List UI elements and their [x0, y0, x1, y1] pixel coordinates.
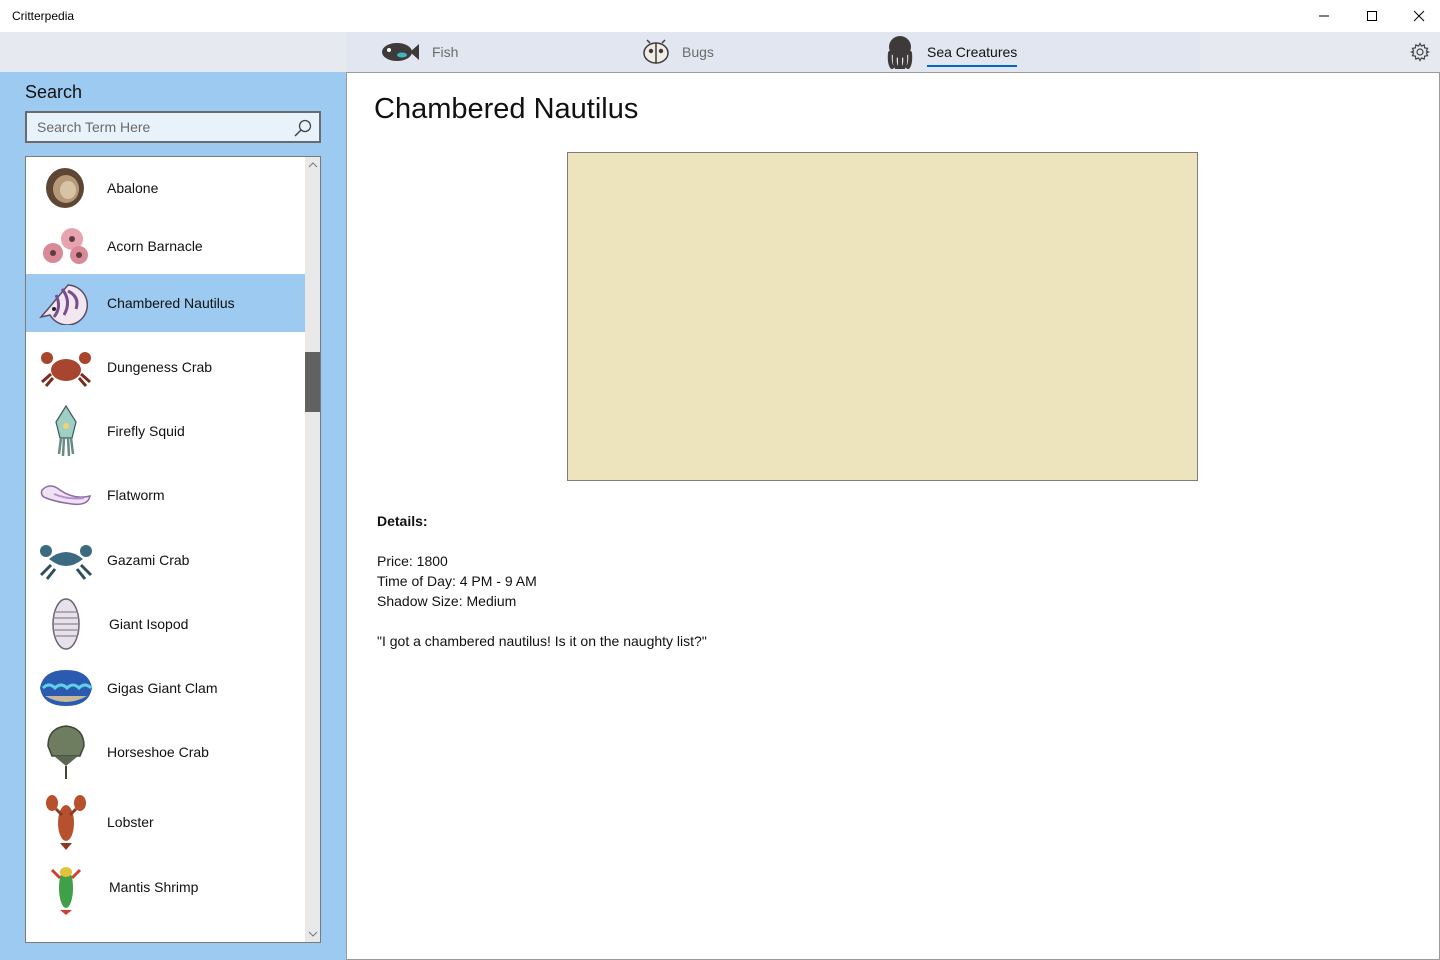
- list-item-label: Mantis Shrimp: [109, 879, 199, 895]
- list-item-label: Flatworm: [107, 487, 165, 503]
- close-button[interactable]: [1396, 0, 1440, 32]
- maximize-icon: [1367, 11, 1377, 21]
- creature-image: [567, 152, 1198, 481]
- list-item-chambered-nautilus[interactable]: Chambered Nautilus: [26, 274, 305, 332]
- nav-bar: Fish Bugs Sea Creatures: [0, 32, 1440, 72]
- time-of-day-text: Time of Day: 4 PM - 9 AM: [377, 573, 537, 589]
- shadow-size-text: Shadow Size: Medium: [377, 593, 517, 609]
- page-title: Chambered Nautilus: [374, 93, 639, 125]
- search-heading: Search: [25, 82, 83, 102]
- tab-sea-creatures[interactable]: Sea Creatures: [885, 32, 1018, 72]
- gear-icon: [1410, 42, 1430, 62]
- close-icon: [1413, 10, 1425, 22]
- chevron-down-icon: [308, 931, 318, 937]
- tab-bugs-label: Bugs: [682, 44, 714, 60]
- search-button[interactable]: [293, 118, 313, 138]
- details-heading: Details:: [377, 513, 428, 529]
- octopus-icon: [887, 36, 913, 69]
- abalone-icon: [37, 159, 95, 217]
- list-item-label: Lobster: [107, 814, 154, 830]
- list-scrollbar[interactable]: [305, 157, 320, 942]
- giant-isopod-icon: [37, 595, 95, 653]
- sidebar: Search Abalone Acorn Barnacle: [0, 72, 346, 960]
- search-box: [25, 111, 321, 143]
- list-item-abalone[interactable]: Abalone: [26, 159, 305, 217]
- search-input[interactable]: [27, 113, 287, 141]
- fish-icon: [382, 43, 419, 61]
- tab-fish-label: Fish: [432, 44, 459, 60]
- maximize-button[interactable]: [1349, 0, 1395, 32]
- gazami-crab-icon: [37, 531, 95, 589]
- acorn-barnacle-icon: [37, 217, 95, 275]
- list-item-horseshoe-crab[interactable]: Horseshoe Crab: [26, 723, 305, 781]
- details-section: Details: Price: 1800 Time of Day: 4 PM -…: [377, 511, 707, 651]
- search-icon: [294, 119, 312, 137]
- chevron-up-icon: [308, 162, 318, 168]
- scroll-up-button[interactable]: [305, 157, 320, 173]
- minimize-button[interactable]: [1301, 0, 1347, 32]
- list-item-mantis-shrimp[interactable]: Mantis Shrimp: [26, 858, 305, 916]
- list-item-label: Gazami Crab: [107, 552, 190, 568]
- nav-tab-band: [346, 32, 1200, 72]
- minimize-icon: [1319, 15, 1329, 17]
- list-item-label: Giant Isopod: [109, 616, 189, 632]
- tab-fish[interactable]: Fish: [380, 32, 458, 72]
- bug-icon: [643, 39, 669, 64]
- chambered-nautilus-icon: [37, 274, 95, 332]
- title-bar: Critterpedia: [0, 0, 1440, 32]
- list-item-flatworm[interactable]: Flatworm: [26, 466, 305, 524]
- list-item-dungeness-crab[interactable]: Dungeness Crab: [26, 338, 305, 396]
- dungeness-crab-icon: [37, 338, 95, 396]
- scroll-down-button[interactable]: [305, 926, 320, 942]
- settings-button[interactable]: [1406, 40, 1434, 64]
- list-item-label: Chambered Nautilus: [107, 295, 235, 311]
- tab-sea-creatures-label: Sea Creatures: [927, 44, 1018, 67]
- creature-list: Abalone Acorn Barnacle Chambered Nautilu…: [26, 157, 305, 942]
- list-item-label: Horseshoe Crab: [107, 744, 209, 760]
- list-item-gazami-crab[interactable]: Gazami Crab: [26, 531, 305, 589]
- flatworm-icon: [37, 466, 95, 524]
- scroll-thumb[interactable]: [305, 352, 320, 412]
- list-item-firefly-squid[interactable]: Firefly Squid: [26, 402, 305, 460]
- app-title: Critterpedia: [12, 9, 75, 23]
- list-item-acorn-barnacle[interactable]: Acorn Barnacle: [26, 217, 305, 275]
- price-text: Price: 1800: [377, 553, 448, 569]
- list-item-label: Gigas Giant Clam: [107, 680, 218, 696]
- list-item-label: Acorn Barnacle: [107, 238, 203, 254]
- list-item-label: Abalone: [107, 180, 159, 196]
- list-item-giant-isopod[interactable]: Giant Isopod: [26, 595, 305, 653]
- gigas-giant-clam-icon: [37, 659, 95, 717]
- mantis-shrimp-icon: [37, 858, 95, 916]
- firefly-squid-icon: [37, 402, 95, 460]
- tab-bugs[interactable]: Bugs: [642, 32, 714, 72]
- list-item-label: Firefly Squid: [107, 423, 185, 439]
- list-item-gigas-giant-clam[interactable]: Gigas Giant Clam: [26, 659, 305, 717]
- detail-panel: Chambered Nautilus Details: Price: 1800 …: [346, 72, 1440, 960]
- list-item-label: Dungeness Crab: [107, 359, 213, 375]
- creature-quote: "I got a chambered nautilus! Is it on th…: [377, 633, 707, 649]
- horseshoe-crab-icon: [37, 723, 95, 781]
- list-item-lobster[interactable]: Lobster: [26, 793, 305, 851]
- lobster-icon: [37, 793, 95, 851]
- creature-list-frame: Abalone Acorn Barnacle Chambered Nautilu…: [25, 156, 321, 943]
